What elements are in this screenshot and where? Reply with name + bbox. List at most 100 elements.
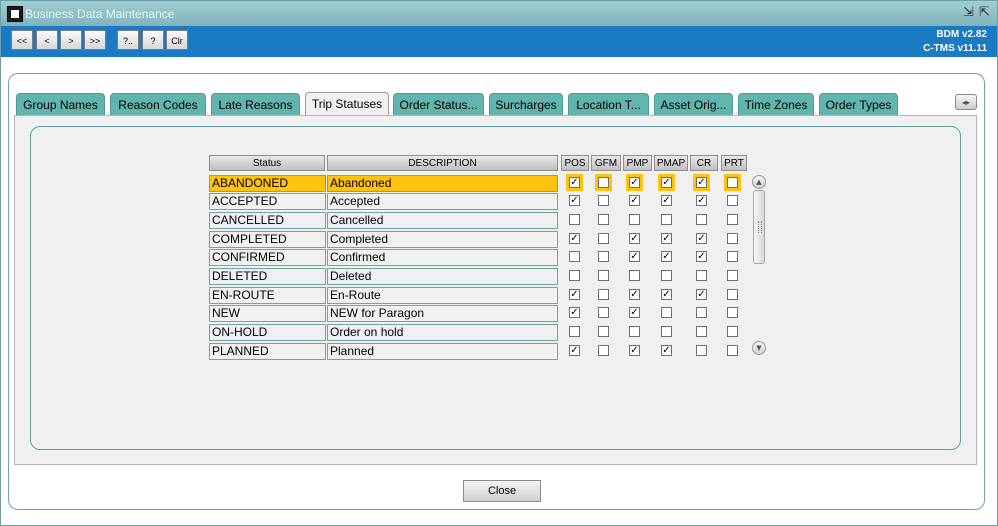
gfm-column-header[interactable]: GFM: [591, 155, 621, 171]
description-cell[interactable]: Completed: [327, 231, 558, 248]
gfm-checkbox[interactable]: [598, 214, 609, 225]
description-cell[interactable]: Order on hold: [327, 324, 558, 341]
clear-button[interactable]: Clr: [166, 30, 188, 50]
first-record-button[interactable]: <<: [11, 30, 33, 50]
pmp-checkbox[interactable]: ✓: [629, 233, 640, 244]
pmp-checkbox[interactable]: ✓: [629, 177, 640, 188]
pos-checkbox[interactable]: ✓: [569, 345, 580, 356]
pmap-checkbox[interactable]: [661, 214, 672, 225]
gfm-checkbox[interactable]: [598, 233, 609, 244]
cr-checkbox[interactable]: [696, 270, 707, 281]
pmp-checkbox[interactable]: ✓: [629, 195, 640, 206]
description-column-header[interactable]: DESCRIPTION: [327, 155, 558, 171]
pmp-checkbox[interactable]: [629, 214, 640, 225]
tab-asset-orig[interactable]: Asset Orig...: [654, 93, 733, 115]
description-cell[interactable]: NEW for Paragon: [327, 305, 558, 322]
pmp-checkbox[interactable]: ✓: [629, 307, 640, 318]
gfm-checkbox[interactable]: [598, 177, 609, 188]
pmap-checkbox[interactable]: [661, 307, 672, 318]
query-button[interactable]: ?..: [117, 30, 139, 50]
pmap-checkbox[interactable]: ✓: [661, 195, 672, 206]
description-cell[interactable]: En-Route: [327, 287, 558, 304]
last-record-button[interactable]: >>: [84, 30, 106, 50]
status-cell[interactable]: CONFIRMED: [209, 249, 326, 266]
prt-checkbox[interactable]: [727, 289, 738, 300]
gfm-checkbox[interactable]: [598, 326, 609, 337]
pmap-checkbox[interactable]: ✓: [661, 233, 672, 244]
pmap-checkbox[interactable]: [661, 326, 672, 337]
tab-reason-codes[interactable]: Reason Codes: [110, 93, 206, 115]
pos-checkbox[interactable]: ✓: [569, 289, 580, 300]
prt-checkbox[interactable]: [727, 270, 738, 281]
maximize-icon[interactable]: ⇱: [979, 5, 990, 20]
pmap-checkbox[interactable]: ✓: [661, 289, 672, 300]
cr-checkbox[interactable]: [696, 307, 707, 318]
prt-checkbox[interactable]: [727, 233, 738, 244]
pmp-checkbox[interactable]: ✓: [629, 289, 640, 300]
prt-checkbox[interactable]: [727, 307, 738, 318]
minimize-icon[interactable]: ⇲: [963, 5, 974, 20]
tab-late-reasons[interactable]: Late Reasons: [211, 93, 300, 115]
gfm-checkbox[interactable]: [598, 270, 609, 281]
scroll-up-icon[interactable]: ▲: [752, 175, 766, 189]
cr-checkbox[interactable]: ✓: [696, 289, 707, 300]
status-column-header[interactable]: Status: [209, 155, 325, 171]
pos-checkbox[interactable]: ✓: [569, 177, 580, 188]
help-button[interactable]: ?: [142, 30, 164, 50]
title-bar[interactable]: Business Data Maintenance ⇲ ⇱: [1, 1, 997, 26]
gfm-checkbox[interactable]: [598, 307, 609, 318]
prt-checkbox[interactable]: [727, 251, 738, 262]
status-cell[interactable]: ABANDONED: [209, 175, 326, 192]
status-cell[interactable]: DELETED: [209, 268, 326, 285]
description-cell[interactable]: Confirmed: [327, 249, 558, 266]
prt-checkbox[interactable]: [727, 326, 738, 337]
gfm-checkbox[interactable]: [598, 289, 609, 300]
cr-checkbox[interactable]: [696, 345, 707, 356]
description-cell[interactable]: Planned: [327, 343, 558, 360]
pmap-column-header[interactable]: PMAP: [654, 155, 688, 171]
tab-location-t[interactable]: Location T...: [568, 93, 649, 115]
cr-checkbox[interactable]: ✓: [696, 251, 707, 262]
description-cell[interactable]: Deleted: [327, 268, 558, 285]
description-cell[interactable]: Accepted: [327, 193, 558, 210]
pmp-checkbox[interactable]: ✓: [629, 251, 640, 262]
pmp-checkbox[interactable]: [629, 326, 640, 337]
prt-checkbox[interactable]: [727, 345, 738, 356]
status-cell[interactable]: EN-ROUTE: [209, 287, 326, 304]
pos-column-header[interactable]: POS: [561, 155, 589, 171]
tab-time-zones[interactable]: Time Zones: [738, 93, 814, 115]
cr-checkbox[interactable]: [696, 214, 707, 225]
gfm-checkbox[interactable]: [598, 345, 609, 356]
pos-checkbox[interactable]: ✓: [569, 195, 580, 206]
prt-checkbox[interactable]: [727, 214, 738, 225]
cr-checkbox[interactable]: ✓: [696, 177, 707, 188]
status-cell[interactable]: ON-HOLD: [209, 324, 326, 341]
status-cell[interactable]: PLANNED: [209, 343, 326, 360]
cr-checkbox[interactable]: ✓: [696, 195, 707, 206]
pmap-checkbox[interactable]: ✓: [661, 345, 672, 356]
gfm-checkbox[interactable]: [598, 251, 609, 262]
prt-column-header[interactable]: PRT: [721, 155, 747, 171]
close-button[interactable]: Close: [463, 480, 541, 502]
tab-order-types[interactable]: Order Types: [819, 93, 898, 115]
scrollbar-thumb[interactable]: [753, 190, 765, 264]
pmp-column-header[interactable]: PMP: [623, 155, 652, 171]
pos-checkbox[interactable]: [569, 214, 580, 225]
pos-checkbox[interactable]: [569, 326, 580, 337]
pmp-checkbox[interactable]: [629, 270, 640, 281]
description-cell[interactable]: Cancelled: [327, 212, 558, 229]
status-cell[interactable]: COMPLETED: [209, 231, 326, 248]
pos-checkbox[interactable]: ✓: [569, 307, 580, 318]
prt-checkbox[interactable]: [727, 195, 738, 206]
status-cell[interactable]: ACCEPTED: [209, 193, 326, 210]
tab-group-names[interactable]: Group Names: [16, 93, 105, 115]
tab-surcharges[interactable]: Surcharges: [489, 93, 563, 115]
tab-trip-statuses[interactable]: Trip Statuses: [305, 92, 389, 116]
pmap-checkbox[interactable]: ✓: [661, 251, 672, 262]
next-record-button[interactable]: >: [60, 30, 82, 50]
scroll-down-icon[interactable]: ▼: [752, 341, 766, 355]
pmp-checkbox[interactable]: ✓: [629, 345, 640, 356]
status-cell[interactable]: NEW: [209, 305, 326, 322]
tab-scroll-icon[interactable]: ◂▸: [955, 94, 977, 110]
cr-checkbox[interactable]: [696, 326, 707, 337]
